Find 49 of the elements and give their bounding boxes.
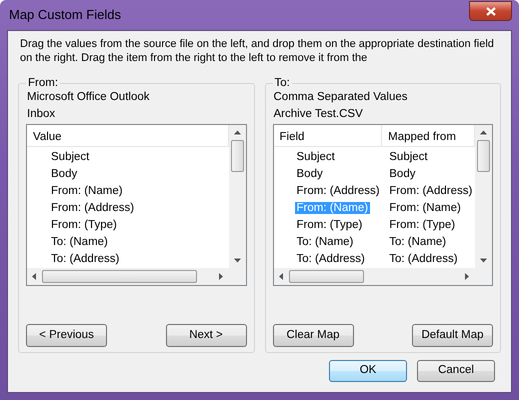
push-button[interactable]: Next > xyxy=(166,324,246,347)
list-item[interactable]: To: (Address) xyxy=(294,252,367,265)
list-item[interactable]: Subject xyxy=(387,150,430,163)
ok-button[interactable]: OK xyxy=(329,360,407,382)
push-button[interactable]: Default Map xyxy=(412,324,493,347)
list-item[interactable]: Subject xyxy=(294,150,337,163)
close-icon xyxy=(486,6,496,16)
scroll-right-icon[interactable] xyxy=(465,273,470,280)
scroll-thumb[interactable] xyxy=(288,270,364,283)
instructions-text: Drag the values from the source file on the left, and drop them on the appropriate destination field on the right. Drag the item from the right to the left to remove it from the xyxy=(20,37,495,65)
scroll-up-icon[interactable] xyxy=(234,130,240,135)
list-item[interactable]: To: (Name) xyxy=(294,236,356,248)
scroll-left-icon[interactable] xyxy=(278,273,284,280)
list-item[interactable]: From: (Type) xyxy=(294,218,364,231)
scroll-thumb[interactable] xyxy=(477,140,490,172)
destination-label: Archive Test.CSV xyxy=(274,107,364,122)
list-item[interactable]: Body xyxy=(294,168,325,180)
close-button[interactable] xyxy=(469,1,512,21)
list-item[interactable]: To: (Address) xyxy=(49,252,122,265)
list-item[interactable]: From: (Name) xyxy=(49,184,125,197)
scroll-down-icon[interactable] xyxy=(234,258,240,263)
source-label: Inbox xyxy=(27,107,56,122)
list-item[interactable]: From: (Type) xyxy=(49,218,119,231)
list-item[interactable]: From: (Address) xyxy=(387,184,474,197)
group-label: From: xyxy=(27,77,60,89)
list-item[interactable]: Body xyxy=(49,168,80,180)
push-button[interactable]: Clear Map xyxy=(272,324,354,347)
scroll-up-icon[interactable] xyxy=(480,130,487,135)
cancel-button[interactable]: Cancel xyxy=(417,360,495,382)
scroll-right-icon[interactable] xyxy=(218,273,224,280)
list-item[interactable]: To: (Name) xyxy=(49,236,110,248)
column-header[interactable]: Field xyxy=(274,125,382,146)
destination-label: Comma Separated Values xyxy=(274,90,409,105)
window-title: Map Custom Fields xyxy=(8,6,121,24)
list-item[interactable]: From: (Type) xyxy=(387,218,458,231)
list-item[interactable]: From: (Address) xyxy=(294,184,382,197)
scroll-down-icon[interactable] xyxy=(480,258,487,263)
list-item[interactable]: To: (Name) xyxy=(387,236,448,248)
list-item[interactable]: Subject xyxy=(49,150,92,163)
list-item[interactable]: From: (Name) xyxy=(387,202,463,214)
scroll-thumb[interactable] xyxy=(42,270,197,283)
source-label: Microsoft Office Outlook xyxy=(27,90,150,105)
list-item[interactable]: From: (Address) xyxy=(49,202,136,214)
push-button[interactable]: < Previous xyxy=(26,324,107,347)
list-item[interactable]: Body xyxy=(387,168,418,180)
group-label: To: xyxy=(274,77,291,89)
scroll-left-icon[interactable] xyxy=(32,273,37,280)
list-item[interactable]: To: (Address) xyxy=(387,252,460,265)
scroll-thumb[interactable] xyxy=(230,140,244,172)
